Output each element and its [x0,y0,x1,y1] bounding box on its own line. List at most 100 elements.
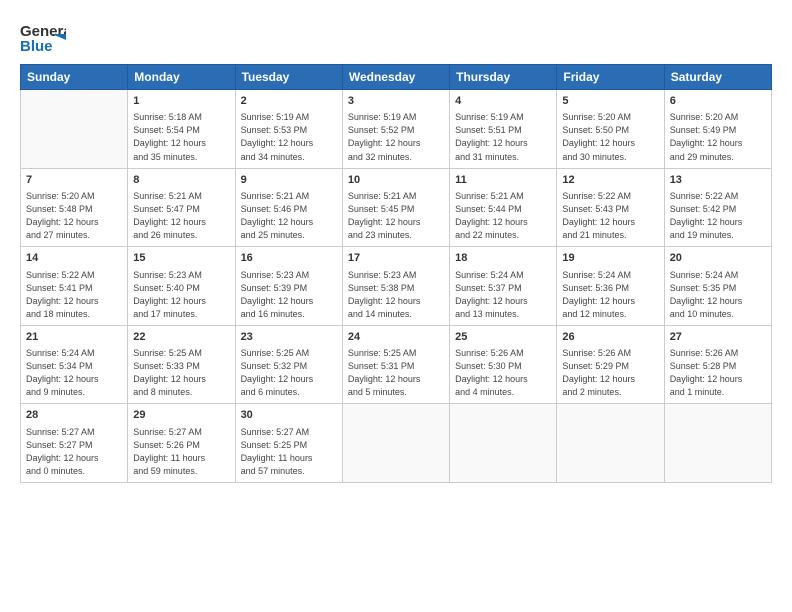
day-info: Sunrise: 5:23 AM Sunset: 5:40 PM Dayligh… [133,269,229,321]
day-number: 5 [562,94,658,109]
day-info: Sunrise: 5:25 AM Sunset: 5:32 PM Dayligh… [241,347,337,399]
calendar-cell: 22 Sunrise: 5:25 AM Sunset: 5:33 PM Dayli… [128,325,235,404]
calendar-cell: 2 Sunrise: 5:19 AM Sunset: 5:53 PM Daylig… [235,90,342,169]
day-info: Sunrise: 5:24 AM Sunset: 5:34 PM Dayligh… [26,347,122,399]
day-info: Sunrise: 5:26 AM Sunset: 5:28 PM Dayligh… [670,347,766,399]
day-info: Sunrise: 5:19 AM Sunset: 5:52 PM Dayligh… [348,111,444,163]
header-day: Wednesday [342,65,449,90]
header-day: Saturday [664,65,771,90]
day-number: 27 [670,330,766,345]
calendar-cell: 4 Sunrise: 5:19 AM Sunset: 5:51 PM Daylig… [450,90,557,169]
day-number: 3 [348,94,444,109]
day-info: Sunrise: 5:27 AM Sunset: 5:26 PM Dayligh… [133,426,229,478]
day-number: 17 [348,251,444,266]
calendar-cell: 7 Sunrise: 5:20 AM Sunset: 5:48 PM Daylig… [21,168,128,247]
calendar-cell: 21 Sunrise: 5:24 AM Sunset: 5:34 PM Dayli… [21,325,128,404]
calendar-cell: 17 Sunrise: 5:23 AM Sunset: 5:38 PM Dayli… [342,247,449,326]
day-number: 21 [26,330,122,345]
calendar-table: SundayMondayTuesdayWednesdayThursdayFrid… [20,64,772,483]
day-info: Sunrise: 5:25 AM Sunset: 5:31 PM Dayligh… [348,347,444,399]
day-info: Sunrise: 5:20 AM Sunset: 5:50 PM Dayligh… [562,111,658,163]
calendar-row: 7 Sunrise: 5:20 AM Sunset: 5:48 PM Daylig… [21,168,772,247]
day-number: 19 [562,251,658,266]
day-info: Sunrise: 5:25 AM Sunset: 5:33 PM Dayligh… [133,347,229,399]
day-info: Sunrise: 5:26 AM Sunset: 5:29 PM Dayligh… [562,347,658,399]
day-info: Sunrise: 5:23 AM Sunset: 5:38 PM Dayligh… [348,269,444,321]
calendar-cell: 26Sunrise: 5:26 AM Sunset: 5:29 PM Dayli… [557,325,664,404]
calendar-cell [557,404,664,483]
calendar-cell [342,404,449,483]
day-number: 7 [26,173,122,188]
calendar-row: 1 Sunrise: 5:18 AM Sunset: 5:54 PM Daylig… [21,90,772,169]
day-number: 15 [133,251,229,266]
day-number: 25 [455,330,551,345]
day-info: Sunrise: 5:21 AM Sunset: 5:45 PM Dayligh… [348,190,444,242]
day-number: 16 [241,251,337,266]
day-info: Sunrise: 5:22 AM Sunset: 5:42 PM Dayligh… [670,190,766,242]
day-number: 29 [133,408,229,423]
calendar-cell: 30 Sunrise: 5:27 AM Sunset: 5:25 PM Dayli… [235,404,342,483]
calendar-cell: 9 Sunrise: 5:21 AM Sunset: 5:46 PM Daylig… [235,168,342,247]
day-number: 28 [26,408,122,423]
calendar-cell: 14Sunrise: 5:22 AM Sunset: 5:41 PM Dayli… [21,247,128,326]
calendar-cell: 15 Sunrise: 5:23 AM Sunset: 5:40 PM Dayli… [128,247,235,326]
calendar-cell [21,90,128,169]
day-info: Sunrise: 5:26 AM Sunset: 5:30 PM Dayligh… [455,347,551,399]
calendar-cell: 10 Sunrise: 5:21 AM Sunset: 5:45 PM Dayli… [342,168,449,247]
day-number: 22 [133,330,229,345]
day-number: 23 [241,330,337,345]
calendar-body: 1 Sunrise: 5:18 AM Sunset: 5:54 PM Daylig… [21,90,772,483]
day-number: 10 [348,173,444,188]
header-row: SundayMondayTuesdayWednesdayThursdayFrid… [21,65,772,90]
calendar-cell: 20 Sunrise: 5:24 AM Sunset: 5:35 PM Dayli… [664,247,771,326]
calendar-header: SundayMondayTuesdayWednesdayThursdayFrid… [21,65,772,90]
day-info: Sunrise: 5:27 AM Sunset: 5:27 PM Dayligh… [26,426,122,478]
day-number: 18 [455,251,551,266]
day-info: Sunrise: 5:21 AM Sunset: 5:46 PM Dayligh… [241,190,337,242]
day-info: Sunrise: 5:19 AM Sunset: 5:51 PM Dayligh… [455,111,551,163]
day-info: Sunrise: 5:24 AM Sunset: 5:36 PM Dayligh… [562,269,658,321]
header-day: Monday [128,65,235,90]
day-info: Sunrise: 5:27 AM Sunset: 5:25 PM Dayligh… [241,426,337,478]
calendar-cell: 27 Sunrise: 5:26 AM Sunset: 5:28 PM Dayli… [664,325,771,404]
day-number: 8 [133,173,229,188]
header-day: Tuesday [235,65,342,90]
day-info: Sunrise: 5:20 AM Sunset: 5:49 PM Dayligh… [670,111,766,163]
logo-svg: GeneralBlue [20,20,66,56]
day-info: Sunrise: 5:20 AM Sunset: 5:48 PM Dayligh… [26,190,122,242]
day-info: Sunrise: 5:19 AM Sunset: 5:53 PM Dayligh… [241,111,337,163]
calendar-row: 28 Sunrise: 5:27 AM Sunset: 5:27 PM Dayli… [21,404,772,483]
calendar-cell: 11Sunrise: 5:21 AM Sunset: 5:44 PM Dayli… [450,168,557,247]
day-info: Sunrise: 5:18 AM Sunset: 5:54 PM Dayligh… [133,111,229,163]
calendar-cell: 19 Sunrise: 5:24 AM Sunset: 5:36 PM Dayli… [557,247,664,326]
day-number: 1 [133,94,229,109]
day-info: Sunrise: 5:22 AM Sunset: 5:43 PM Dayligh… [562,190,658,242]
calendar-cell: 1 Sunrise: 5:18 AM Sunset: 5:54 PM Daylig… [128,90,235,169]
header: GeneralBlue [20,16,772,56]
page: GeneralBlue SundayMondayTuesdayWednesday… [0,0,792,612]
day-number: 24 [348,330,444,345]
day-number: 13 [670,173,766,188]
day-info: Sunrise: 5:24 AM Sunset: 5:35 PM Dayligh… [670,269,766,321]
calendar-cell: 24 Sunrise: 5:25 AM Sunset: 5:31 PM Dayli… [342,325,449,404]
calendar-cell: 18 Sunrise: 5:24 AM Sunset: 5:37 PM Dayli… [450,247,557,326]
day-number: 30 [241,408,337,423]
calendar-row: 21 Sunrise: 5:24 AM Sunset: 5:34 PM Dayli… [21,325,772,404]
day-number: 12 [562,173,658,188]
day-info: Sunrise: 5:22 AM Sunset: 5:41 PM Dayligh… [26,269,122,321]
day-number: 20 [670,251,766,266]
day-number: 9 [241,173,337,188]
day-info: Sunrise: 5:24 AM Sunset: 5:37 PM Dayligh… [455,269,551,321]
calendar-cell: 25 Sunrise: 5:26 AM Sunset: 5:30 PM Dayli… [450,325,557,404]
day-info: Sunrise: 5:23 AM Sunset: 5:39 PM Dayligh… [241,269,337,321]
day-number: 4 [455,94,551,109]
calendar-cell [664,404,771,483]
day-info: Sunrise: 5:21 AM Sunset: 5:47 PM Dayligh… [133,190,229,242]
calendar-cell: 16 Sunrise: 5:23 AM Sunset: 5:39 PM Dayli… [235,247,342,326]
header-day: Sunday [21,65,128,90]
logo: GeneralBlue [20,20,66,56]
header-day: Thursday [450,65,557,90]
day-number: 2 [241,94,337,109]
calendar-cell: 13 Sunrise: 5:22 AM Sunset: 5:42 PM Dayli… [664,168,771,247]
calendar-cell: 5 Sunrise: 5:20 AM Sunset: 5:50 PM Daylig… [557,90,664,169]
